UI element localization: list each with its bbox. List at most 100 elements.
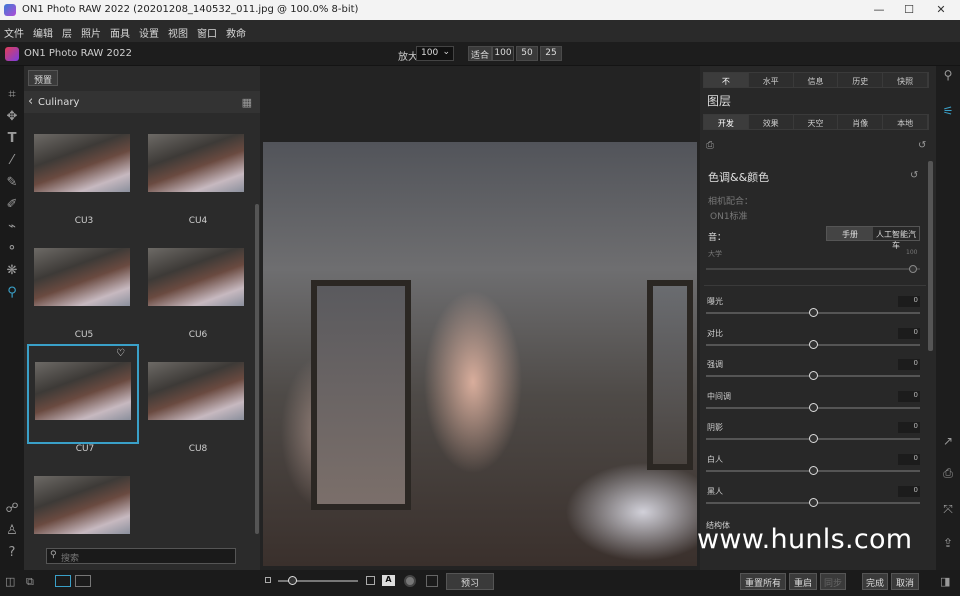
slider-value-field[interactable]: 0 xyxy=(898,485,920,497)
tab-history[interactable]: 历史 xyxy=(838,73,884,87)
detail-layout-icon[interactable] xyxy=(75,575,91,587)
filmstrip-icon[interactable]: ⧉ xyxy=(26,575,34,589)
tab-develop[interactable]: 开发 xyxy=(704,115,749,129)
reset-button[interactable]: 重启 xyxy=(789,573,817,590)
zoom-fit-button[interactable]: 适合 xyxy=(468,46,492,61)
camera-match-value[interactable]: ON1标准 xyxy=(710,209,748,222)
slider-row[interactable]: 阴影 0 xyxy=(706,422,920,452)
layers-title[interactable]: 图层 xyxy=(707,92,731,109)
grid-layout-icon[interactable] xyxy=(55,575,71,587)
presets-button[interactable]: 预置 xyxy=(28,70,58,86)
menu-photo[interactable]: 照片 xyxy=(77,20,106,40)
slider-knob[interactable] xyxy=(809,308,818,317)
minimize-button[interactable]: — xyxy=(864,3,894,17)
browser-scrollbar[interactable] xyxy=(255,204,259,534)
photo-preview[interactable] xyxy=(263,142,697,566)
compare-icon[interactable] xyxy=(366,576,375,585)
menu-layer[interactable]: 层 xyxy=(58,20,77,40)
share-icon[interactable]: ↗ xyxy=(940,434,956,450)
tone-mode-toggle[interactable]: 手册 人工智能汽车 xyxy=(826,226,920,250)
panel-right-toggle-icon[interactable]: ◨ xyxy=(940,575,950,588)
reset-all-button[interactable]: 重置所有 xyxy=(740,573,786,590)
tab-snapshots[interactable]: 快照 xyxy=(883,73,928,87)
tab-info[interactable]: 信息 xyxy=(793,73,839,87)
tab-sky[interactable]: 天空 xyxy=(793,115,839,129)
masking-brush-icon[interactable]: ✎ xyxy=(3,174,21,192)
slider-knob[interactable] xyxy=(809,497,818,507)
sync-button[interactable]: 同步 xyxy=(820,573,846,590)
slider-knob[interactable] xyxy=(809,402,818,412)
thumbnail-size-knob[interactable] xyxy=(288,576,297,585)
slider-knob[interactable] xyxy=(809,339,818,349)
tab-portrait[interactable]: 肖像 xyxy=(838,115,884,129)
auto-icon[interactable]: A xyxy=(382,575,395,586)
clone-stamp-icon[interactable]: ⚬ xyxy=(3,240,21,258)
thumbnail-cu4[interactable]: CU4 xyxy=(142,132,254,232)
panel-scrollbar[interactable] xyxy=(928,161,933,351)
slider-row[interactable]: 白人 0 xyxy=(706,454,920,484)
text-icon[interactable]: T xyxy=(3,130,21,148)
maximize-button[interactable]: ☐ xyxy=(894,3,924,17)
menu-mask[interactable]: 面具 xyxy=(106,20,135,40)
tone-mode-ai-auto[interactable]: 人工智能汽车 xyxy=(873,227,919,250)
small-size-icon[interactable] xyxy=(265,577,271,583)
help-icon[interactable]: ? xyxy=(3,544,21,562)
back-arrow-icon[interactable]: ‹ xyxy=(28,94,33,109)
tab-local[interactable]: 本地 xyxy=(883,115,928,129)
slider-knob[interactable] xyxy=(809,371,818,381)
slider-value-field[interactable]: 0 xyxy=(898,422,920,434)
slider-value-field[interactable]: 0 xyxy=(898,327,920,339)
amount-slider-track[interactable] xyxy=(706,268,920,270)
slider-knob[interactable] xyxy=(809,466,818,475)
zoom-100-button[interactable]: 100 xyxy=(492,46,514,61)
export-icon[interactable]: ⇪ xyxy=(940,536,956,552)
reset-all-icon[interactable]: ↺ xyxy=(918,140,926,151)
edit-sliders-icon[interactable]: ⚟ xyxy=(940,104,956,120)
thumbnail-cu5[interactable]: CU5 xyxy=(28,246,140,346)
menu-settings[interactable]: 设置 xyxy=(135,20,164,40)
menu-window[interactable]: 窗口 xyxy=(193,20,222,40)
slider-row[interactable]: 对比 0 xyxy=(706,327,920,358)
person-icon[interactable]: ♙ xyxy=(3,522,21,540)
brush-icon[interactable]: ⁄ xyxy=(3,152,21,170)
slider-value-field[interactable]: 0 xyxy=(898,359,920,371)
thumbnail-cu3[interactable]: CU3 xyxy=(28,132,140,232)
preview-button[interactable]: 预习 xyxy=(446,573,494,590)
tab-effects[interactable]: 效果 xyxy=(748,115,794,129)
thumbnail-cu8[interactable]: CU8 xyxy=(142,360,254,460)
section-title[interactable]: 色调&&颜色 xyxy=(708,169,769,185)
done-button[interactable]: 完成 xyxy=(862,573,888,590)
thumbnail-cu6[interactable]: CU6 xyxy=(142,246,254,346)
thumbnail-cu7[interactable]: ♡ CU7 xyxy=(27,344,139,454)
print-icon[interactable]: ⎙ xyxy=(940,466,956,482)
move-icon[interactable]: ✥ xyxy=(3,108,21,126)
slider-row[interactable]: 中间调 0 xyxy=(706,390,920,421)
zoom-tool-icon[interactable]: ⚲ xyxy=(3,284,21,302)
section-reset-icon[interactable]: ↺ xyxy=(910,170,918,181)
retouch-icon[interactable]: ✐ xyxy=(3,196,21,214)
slider-value-field[interactable]: 0 xyxy=(898,390,920,402)
refine-icon[interactable]: ❋ xyxy=(3,262,21,280)
zoom-25-button[interactable]: 25 xyxy=(540,46,562,61)
tone-mode-manual[interactable]: 手册 xyxy=(827,227,873,240)
slider-row[interactable]: 曝光 0 xyxy=(706,296,920,326)
mask-view-icon[interactable] xyxy=(404,575,416,587)
crop-icon[interactable]: ⌗ xyxy=(3,86,21,104)
browse-icon[interactable]: ⚲ xyxy=(940,68,956,84)
connect-icon[interactable]: ⤧ xyxy=(940,502,956,518)
search-input[interactable]: ⚲ 搜索 xyxy=(46,548,236,564)
export-icon[interactable]: ⎙ xyxy=(706,140,714,151)
amount-slider-knob[interactable] xyxy=(909,265,917,273)
tab-levels[interactable]: 水平 xyxy=(748,73,794,87)
panel-toggle-icon[interactable]: ◫ xyxy=(5,575,15,588)
zoom-select[interactable]: 100 ⌄ xyxy=(416,46,454,61)
cancel-button[interactable]: 取消 xyxy=(891,573,919,590)
menu-view[interactable]: 视图 xyxy=(164,20,193,40)
heart-icon[interactable]: ♡ xyxy=(116,348,125,359)
close-button[interactable]: ✕ xyxy=(926,3,956,17)
menu-edit[interactable]: 编辑 xyxy=(29,20,58,40)
slider-row[interactable]: 强调 0 xyxy=(706,359,920,389)
menu-file[interactable]: 文件 xyxy=(0,20,29,40)
soft-proof-icon[interactable] xyxy=(426,575,438,587)
grid-view-icon[interactable]: ▦ xyxy=(242,96,252,109)
